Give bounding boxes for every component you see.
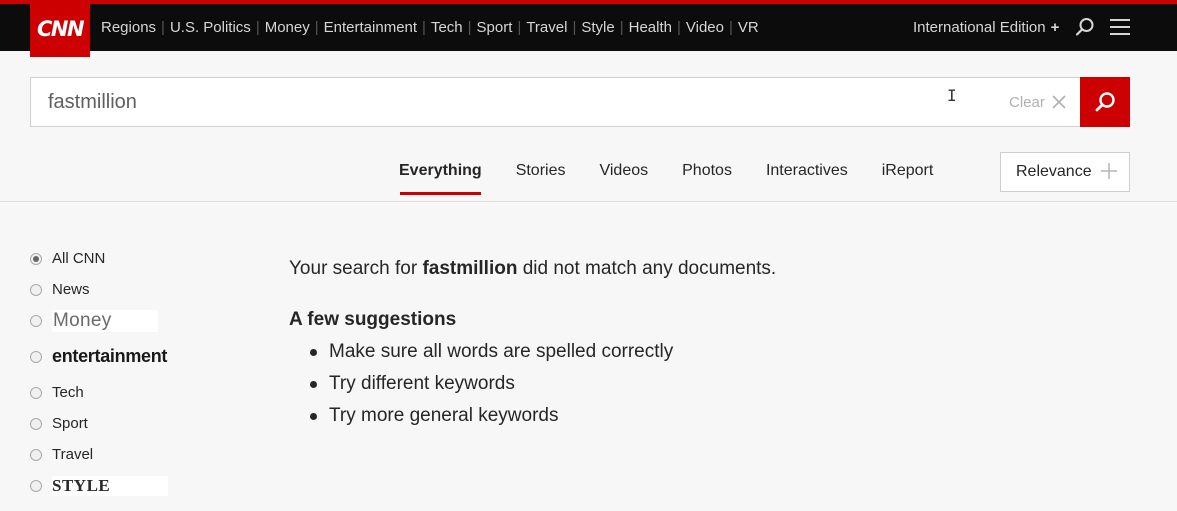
money-wordmark: Money <box>52 310 158 332</box>
filter-label: All CNN <box>52 250 106 267</box>
filter-label: News <box>52 281 90 298</box>
search-input[interactable] <box>48 78 948 126</box>
filter-label: Sport <box>52 415 88 432</box>
nav-separator: | <box>517 19 522 36</box>
message-suffix: did not match any documents. <box>522 258 777 279</box>
suggestions-title: A few suggestions <box>289 309 457 330</box>
tab-everything[interactable]: Everything <box>382 152 499 195</box>
filter-all-cnn[interactable]: All CNN <box>30 250 105 267</box>
tab-videos[interactable]: Videos <box>582 152 665 192</box>
suggestion-item: Try more general keywords <box>310 405 673 437</box>
nav-link-style[interactable]: Style <box>580 19 615 36</box>
filter-style[interactable]: STYLE <box>30 476 169 496</box>
section-divider <box>0 201 1177 202</box>
close-icon <box>1052 95 1066 109</box>
filter-news[interactable]: News <box>30 281 90 298</box>
nav-link-sport[interactable]: Sport <box>476 19 514 36</box>
nav-link-entertainment[interactable]: Entertainment <box>323 19 418 36</box>
nav-link-health[interactable]: Health <box>628 19 673 36</box>
nav-separator: | <box>314 19 319 36</box>
nav-link-money[interactable]: Money <box>264 19 311 36</box>
sort-label: Relevance <box>1016 163 1092 180</box>
filter-label: Travel <box>52 446 94 463</box>
nav-link-vr[interactable]: VR <box>737 19 760 36</box>
message-prefix: Your search for <box>289 258 418 279</box>
radio-button[interactable] <box>30 350 42 363</box>
suggestion-item: Try different keywords <box>310 373 673 405</box>
edition-label: International Edition <box>913 19 1046 36</box>
text-cursor-icon: I <box>947 86 957 105</box>
top-navigation-bar: Regions | U.S. Politics | Money | Entertain… <box>0 4 1177 51</box>
filter-sport[interactable]: Sport <box>30 415 88 432</box>
plus-icon <box>1101 163 1117 179</box>
entertainment-wordmark: entertainment <box>52 346 168 366</box>
no-results-message: Your search for fastmillion did not matc… <box>289 258 776 280</box>
nav-link-tech[interactable]: Tech <box>430 19 464 36</box>
cnn-logo[interactable]: CNN <box>30 0 90 57</box>
nav-link-us-politics[interactable]: U.S. Politics <box>169 19 252 36</box>
edition-plus-icon: + <box>1050 19 1060 36</box>
result-type-tabs: Everything Stories Videos Photos Interac… <box>382 152 950 195</box>
nav-separator: | <box>255 19 260 36</box>
hamburger-menu-icon[interactable] <box>1110 19 1130 35</box>
radio-button[interactable] <box>30 386 42 399</box>
search-icon <box>1095 92 1115 112</box>
nav-link-regions[interactable]: Regions <box>100 19 157 36</box>
nav-separator: | <box>467 19 472 36</box>
clear-button[interactable]: Clear <box>1009 78 1067 126</box>
nav-link-travel[interactable]: Travel <box>525 19 568 36</box>
nav-separator: | <box>728 19 733 36</box>
nav-link-video[interactable]: Video <box>685 19 725 36</box>
logo-text: CNN <box>36 16 85 41</box>
clear-label: Clear <box>1009 93 1045 111</box>
radio-button[interactable] <box>30 252 42 265</box>
filter-label: Tech <box>52 384 84 401</box>
style-wordmark: STYLE <box>52 476 169 496</box>
suggestion-item: Make sure all words are spelled correctl… <box>310 341 673 373</box>
search-submit-button[interactable] <box>1080 77 1130 127</box>
tab-ireport[interactable]: iReport <box>865 152 951 192</box>
tab-photos[interactable]: Photos <box>665 152 749 192</box>
tab-stories[interactable]: Stories <box>499 152 583 192</box>
nav-separator: | <box>422 19 426 36</box>
radio-button[interactable] <box>30 480 42 492</box>
search-box: I Clear <box>30 77 1080 127</box>
edition-selector[interactable]: International Edition + <box>913 4 1059 51</box>
filter-travel[interactable]: Travel <box>30 446 93 463</box>
tab-interactives[interactable]: Interactives <box>749 152 865 192</box>
radio-button[interactable] <box>30 315 42 327</box>
nav-links: Regions | U.S. Politics | Money | Entertain… <box>100 4 760 51</box>
sort-relevance-button[interactable]: Relevance <box>1000 152 1130 192</box>
nav-separator: | <box>161 19 165 36</box>
filter-tech[interactable]: Tech <box>30 384 84 401</box>
radio-button[interactable] <box>30 448 42 461</box>
nav-separator: | <box>676 19 681 36</box>
filter-entertainment[interactable]: entertainment <box>30 346 167 367</box>
message-query: fastmillion <box>422 258 518 279</box>
search-icon[interactable] <box>1075 17 1095 37</box>
nav-separator: | <box>619 19 624 36</box>
radio-button[interactable] <box>30 417 42 430</box>
suggestions-list: Make sure all words are spelled correctl… <box>310 341 673 437</box>
filter-money[interactable]: Money <box>30 310 158 332</box>
nav-separator: | <box>572 19 577 36</box>
radio-button[interactable] <box>30 283 42 296</box>
